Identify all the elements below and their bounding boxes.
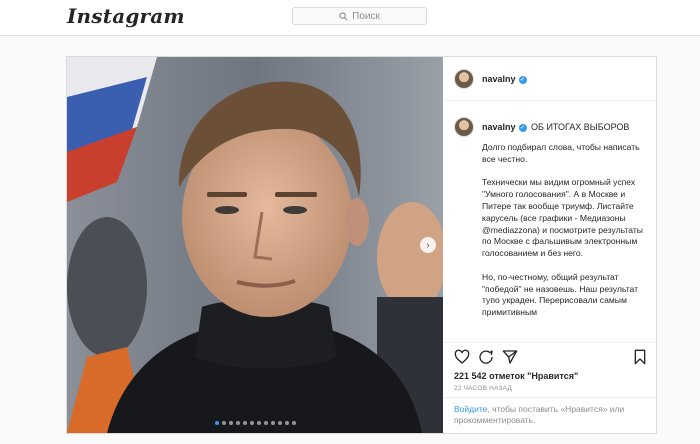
username-link[interactable]: navalny ✓ bbox=[482, 74, 527, 84]
username-text[interactable]: navalny bbox=[482, 74, 516, 84]
login-prompt: Войдите, чтобы поставить «Нравится» или … bbox=[444, 397, 657, 434]
carousel-dot bbox=[235, 421, 240, 425]
heart-icon[interactable] bbox=[454, 349, 470, 365]
carousel-dot bbox=[256, 421, 261, 425]
post-photo: › bbox=[67, 57, 443, 433]
caption-paragraph: Технически мы видим огромный успех "Умно… bbox=[482, 177, 643, 259]
post-card: › navalny ✓ navalny ✓ ОБ ИТОГАХ ВЫБОРОВ До… bbox=[66, 56, 657, 434]
caption-paragraph: Но, по-честному, общий результат "победо… bbox=[482, 271, 639, 318]
avatar[interactable] bbox=[454, 117, 474, 137]
carousel-dot bbox=[242, 421, 247, 425]
carousel-dot bbox=[277, 421, 282, 425]
caption-username[interactable]: navalny bbox=[482, 122, 516, 132]
caption-paragraph: Долго подбирал слова, чтобы написать все… bbox=[482, 142, 640, 164]
likes-number: 221 542 bbox=[454, 371, 487, 381]
carousel-next-button[interactable]: › bbox=[420, 237, 436, 253]
portrait-image bbox=[67, 57, 443, 433]
instagram-logo[interactable]: Instagram bbox=[67, 4, 185, 28]
search-input[interactable]: Поиск bbox=[292, 7, 427, 25]
carousel-dot bbox=[221, 421, 226, 425]
avatar[interactable] bbox=[454, 69, 474, 89]
comment-icon[interactable] bbox=[478, 349, 494, 365]
share-icon[interactable] bbox=[502, 349, 518, 365]
caption-area[interactable]: navalny ✓ ОБ ИТОГАХ ВЫБОРОВ Долго подбира… bbox=[444, 102, 657, 342]
search-placeholder: Поиск bbox=[352, 10, 380, 22]
verified-badge-icon: ✓ bbox=[518, 75, 527, 84]
carousel-dot bbox=[214, 421, 219, 425]
login-link[interactable]: Войдите bbox=[454, 404, 487, 414]
likes-count[interactable]: 221 542 отметок "Нравится" bbox=[454, 371, 578, 381]
likes-label: отметок "Нравится" bbox=[489, 371, 579, 381]
carousel-dots bbox=[67, 421, 443, 425]
caption-title: ОБ ИТОГАХ ВЫБОРОВ bbox=[531, 122, 630, 132]
search-icon bbox=[339, 11, 348, 20]
carousel-dot bbox=[291, 421, 296, 425]
top-navigation-bar: Instagram Поиск bbox=[0, 0, 700, 36]
carousel-dot bbox=[263, 421, 268, 425]
post-timestamp[interactable]: 22 часов назад bbox=[454, 385, 512, 392]
post-side-panel: navalny ✓ navalny ✓ ОБ ИТОГАХ ВЫБОРОВ Долг… bbox=[444, 57, 657, 433]
caption-header: navalny ✓ ОБ ИТОГАХ ВЫБОРОВ bbox=[482, 122, 629, 132]
carousel-dot bbox=[249, 421, 254, 425]
bookmark-icon[interactable] bbox=[632, 349, 648, 365]
verified-badge-icon: ✓ bbox=[518, 123, 527, 132]
post-header: navalny ✓ bbox=[444, 57, 657, 101]
caption-text: Долго подбирал слова, чтобы написать все… bbox=[482, 142, 647, 331]
carousel-dot bbox=[228, 421, 233, 425]
carousel-dot bbox=[270, 421, 275, 425]
carousel-dot bbox=[284, 421, 289, 425]
post-actions: 221 542 отметок "Нравится" 22 часов наза… bbox=[444, 342, 657, 433]
